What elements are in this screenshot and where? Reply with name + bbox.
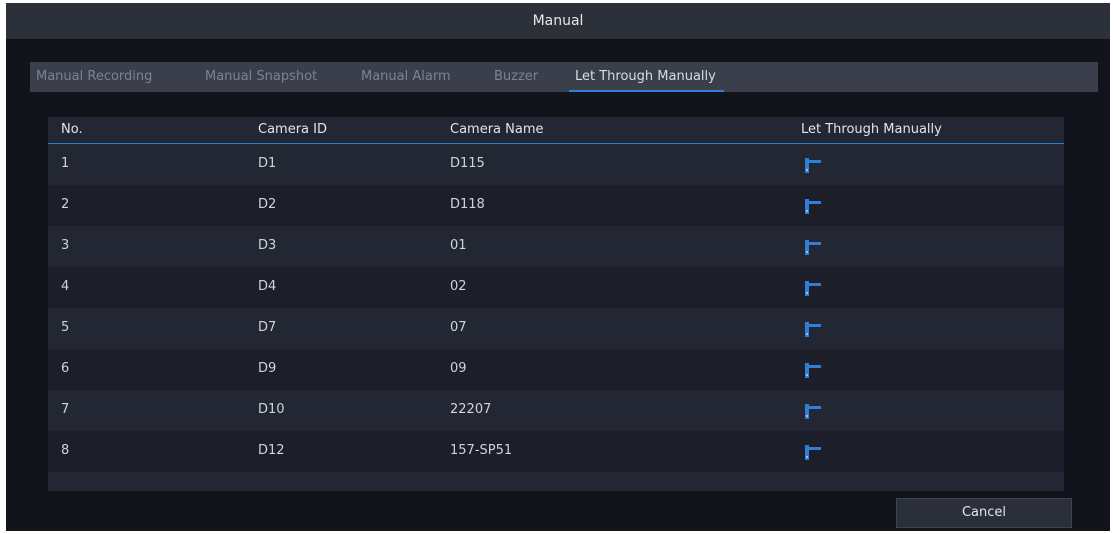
barrier-gate-icon[interactable] [804, 197, 822, 215]
header-camera-name: Camera Name [450, 122, 544, 137]
manual-dialog: Manual Manual Recording Manual Snapshot … [6, 3, 1110, 531]
barrier-gate-icon[interactable] [804, 279, 822, 297]
barrier-gate-icon[interactable] [804, 361, 822, 379]
cell-camera-name: 157-SP51 [450, 443, 513, 458]
cell-camera-id: D9 [258, 361, 277, 376]
cell-camera-id: D4 [258, 279, 277, 294]
table-row[interactable]: 2 D2 D118 [48, 185, 1064, 226]
cell-no: 3 [61, 238, 70, 253]
barrier-gate-icon[interactable] [804, 443, 822, 461]
tab-let-through-manually[interactable]: Let Through Manually [569, 62, 724, 92]
barrier-gate-icon[interactable] [804, 320, 822, 338]
table-row[interactable]: 4 D4 02 [48, 267, 1064, 308]
cell-camera-id: D10 [258, 402, 285, 417]
cell-camera-id: D1 [258, 156, 277, 171]
tab-manual-snapshot[interactable]: Manual Snapshot [205, 62, 317, 92]
table-row[interactable]: 3 D3 01 [48, 226, 1064, 267]
cell-camera-name: 22207 [450, 402, 492, 417]
cell-camera-name: 01 [450, 238, 467, 253]
cell-no: 1 [61, 156, 70, 171]
cell-no: 6 [61, 361, 70, 376]
cell-camera-id: D7 [258, 320, 277, 335]
barrier-gate-icon[interactable] [804, 402, 822, 420]
header-camera-id: Camera ID [258, 122, 327, 137]
cell-camera-id: D2 [258, 197, 277, 212]
cell-no: 4 [61, 279, 70, 294]
camera-table: No. Camera ID Camera Name Let Through Ma… [48, 117, 1064, 491]
table-header: No. Camera ID Camera Name Let Through Ma… [48, 117, 1064, 144]
tab-manual-alarm[interactable]: Manual Alarm [361, 62, 451, 92]
table-row[interactable]: 6 D9 09 [48, 349, 1064, 390]
barrier-gate-icon[interactable] [804, 238, 822, 256]
table-row[interactable]: 1 D1 D115 [48, 144, 1064, 186]
tab-bar: Manual Recording Manual Snapshot Manual … [30, 62, 1098, 92]
cell-no: 7 [61, 402, 70, 417]
dialog-title: Manual [6, 3, 1110, 39]
cell-camera-name: 02 [450, 279, 467, 294]
table-row[interactable]: 8 D12 157-SP51 [48, 431, 1064, 472]
header-no: No. [61, 122, 83, 137]
tab-buzzer[interactable]: Buzzer [494, 62, 538, 92]
cell-camera-id: D3 [258, 238, 277, 253]
cell-camera-id: D12 [258, 443, 285, 458]
cell-camera-name: 07 [450, 320, 467, 335]
cell-no: 2 [61, 197, 70, 212]
cell-no: 5 [61, 320, 70, 335]
table-row[interactable]: 5 D7 07 [48, 308, 1064, 349]
cell-camera-name: D115 [450, 156, 485, 171]
cancel-button[interactable]: Cancel [896, 498, 1072, 528]
cell-camera-name: D118 [450, 197, 485, 212]
cell-camera-name: 09 [450, 361, 467, 376]
tab-manual-recording[interactable]: Manual Recording [36, 62, 152, 92]
cell-no: 8 [61, 443, 70, 458]
header-let-through: Let Through Manually [801, 122, 942, 137]
barrier-gate-icon[interactable] [804, 156, 822, 174]
table-row[interactable]: 7 D10 22207 [48, 390, 1064, 431]
